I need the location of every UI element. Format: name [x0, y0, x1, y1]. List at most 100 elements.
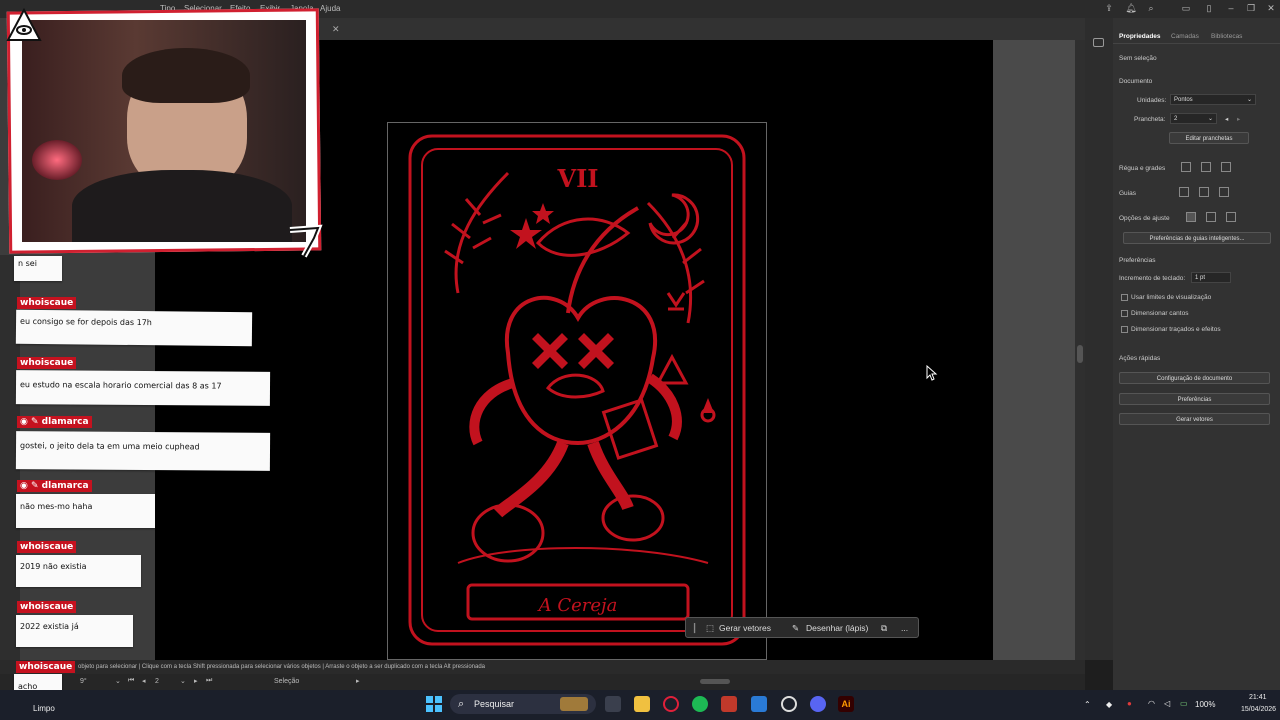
comments-icon[interactable]	[1093, 38, 1104, 47]
document-header: Documento	[1119, 78, 1153, 85]
tab-bibliotecas[interactable]: Bibliotecas	[1211, 33, 1242, 40]
zoom-dropdown-icon[interactable]: ⌄	[115, 677, 121, 685]
snap-point-icon[interactable]	[1186, 212, 1196, 222]
chat-text: eu consigo se for depois das 17h	[20, 316, 152, 328]
chat-text: eu estudo na escala horario comercial da…	[19, 380, 222, 391]
windows-start-icon[interactable]	[425, 695, 443, 713]
checkbox-scale-corners[interactable]	[1121, 310, 1128, 317]
document-setup-button[interactable]: Configuração de documento	[1119, 372, 1270, 384]
grid-icon[interactable]	[1201, 162, 1211, 172]
generate-vectors-button[interactable]: Gerar vetores	[719, 623, 771, 633]
document-tab-strip	[318, 18, 1088, 40]
snap-glyph-icon[interactable]	[1226, 212, 1236, 222]
webcam-overlay	[6, 7, 323, 258]
previous-artboard-icon[interactable]: ◂	[1225, 115, 1228, 123]
battery-percent[interactable]: 100%	[1195, 700, 1215, 709]
close-icon[interactable]: ✕	[1264, 3, 1278, 15]
tab-close-icon[interactable]: ✕	[332, 24, 340, 35]
last-artboard-icon[interactable]: ⏭	[206, 677, 212, 685]
volume-icon[interactable]: ◁	[1164, 699, 1170, 708]
eye-triangle-icon	[6, 7, 42, 41]
more-options-button[interactable]: ...	[901, 623, 908, 633]
pencil-icon[interactable]: ✎	[792, 623, 799, 634]
preferences-button[interactable]: Preferências	[1119, 393, 1270, 405]
horizontal-scrollbar-thumb[interactable]	[700, 679, 730, 684]
battery-icon[interactable]: ▭	[1180, 699, 1188, 708]
zoom-select[interactable]: 9°	[80, 678, 87, 685]
edit-artboards-button[interactable]: Editar pranchetas	[1169, 132, 1249, 144]
microphone-icon[interactable]: ●	[1127, 699, 1132, 708]
minimize-icon[interactable]: –	[1224, 3, 1238, 15]
artboard-label: Prancheta:	[1134, 116, 1166, 123]
draw-pencil-button[interactable]: Desenhar (lápis)	[806, 623, 868, 633]
notification-icon[interactable]: 🔔︎	[1124, 3, 1138, 15]
search-icon[interactable]: ⌕	[1144, 3, 1158, 15]
artboard-select[interactable]: 2 ⌄	[1170, 113, 1217, 124]
wifi-icon[interactable]: ◠	[1148, 699, 1155, 708]
generate-vectors-icon[interactable]: ⬚	[706, 623, 714, 634]
drag-handle-icon[interactable]: ┃	[692, 623, 697, 634]
chat-message-5: 2019 não existia	[16, 555, 141, 587]
tab-camadas[interactable]: Camadas	[1171, 33, 1199, 40]
tab-propriedades[interactable]: Propriedades	[1119, 33, 1161, 40]
guides-label: Guias	[1119, 190, 1136, 197]
chat-username: ◉ ✎ dlamarca	[17, 416, 92, 428]
tray-app-icon[interactable]: ◆	[1106, 700, 1112, 709]
image-trace-icon[interactable]: ⧉	[881, 623, 887, 634]
restore-icon[interactable]: ❐	[1244, 3, 1258, 15]
generate-vectors-panel-button[interactable]: Gerar vetores	[1119, 413, 1270, 425]
image-app-icon[interactable]	[751, 696, 767, 712]
arrange-icon[interactable]: ▯	[1202, 3, 1216, 15]
smart-guides-preferences-button[interactable]: Preferências de guias inteligentes...	[1123, 232, 1271, 244]
artboard-nav-dropdown-icon[interactable]: ⌄	[180, 677, 186, 685]
units-select[interactable]: Pontos ⌄	[1170, 94, 1256, 105]
artboard-nav-field[interactable]: 2	[155, 678, 159, 685]
checkbox-preview-bounds-label: Usar limites de visualização	[1131, 294, 1212, 301]
transparency-grid-icon[interactable]	[1221, 162, 1231, 172]
discord-icon[interactable]	[810, 696, 826, 712]
file-explorer-icon[interactable]	[634, 696, 650, 712]
first-artboard-icon[interactable]: ⏮	[128, 677, 134, 685]
chat-badges: ◉ ✎	[20, 481, 39, 491]
task-view-icon[interactable]	[605, 696, 621, 712]
menu-ajuda[interactable]: Ajuda	[320, 4, 340, 13]
checkbox-scale-strokes-label: Dimensionar traçados e efeitos	[1131, 326, 1221, 333]
prev-artboard-icon[interactable]: ◂	[142, 677, 146, 685]
chat-text: 2019 não existia	[20, 562, 87, 571]
next-artboard-nav-icon[interactable]: ▸	[194, 677, 198, 685]
search-highlight-icon	[560, 697, 588, 711]
clock-date[interactable]: 15/04/2026	[1241, 706, 1276, 713]
app-grid-icon[interactable]	[721, 696, 737, 712]
clock-time[interactable]: 21:41	[1249, 694, 1267, 701]
tray-overflow-icon[interactable]: ⌃	[1084, 700, 1091, 709]
show-guides-icon[interactable]	[1179, 187, 1189, 197]
chat-username: whoiscaue	[17, 541, 77, 553]
status-hint: objeto para selecionar | Clique com a te…	[78, 664, 486, 670]
snap-pixel-icon[interactable]	[1206, 212, 1216, 222]
chat-username: whoiscaue	[17, 357, 77, 369]
clear-guides-icon[interactable]	[1219, 187, 1229, 197]
taskbar-search[interactable]: ⌕ Pesquisar	[450, 694, 596, 714]
chat-message-4: não mes-mo haha	[16, 494, 155, 528]
chat-text: não mes-mo haha	[20, 502, 93, 511]
next-artboard-icon[interactable]: ▸	[1237, 115, 1240, 123]
opera-gx-icon[interactable]	[663, 696, 679, 712]
chat-message-3: gostei, o jeito dela ta em uma meio cuph…	[15, 431, 271, 471]
checkbox-preview-bounds[interactable]	[1121, 294, 1128, 301]
card-title: A Cereja	[537, 595, 618, 616]
lock-guides-icon[interactable]	[1199, 187, 1209, 197]
scrollbar-thumb[interactable]	[1077, 345, 1083, 363]
chat-username: whoiscaue	[17, 601, 77, 613]
snap-options-label: Opções de ajuste	[1119, 215, 1170, 222]
artboard[interactable]: VII A Cereja	[387, 122, 767, 660]
status-menu-icon[interactable]: ▸	[356, 677, 360, 685]
obs-icon[interactable]	[781, 696, 797, 712]
share-icon[interactable]: ⇪	[1102, 3, 1116, 15]
spotify-icon[interactable]	[692, 696, 708, 712]
checkbox-scale-strokes[interactable]	[1121, 326, 1128, 333]
keyboard-increment-input[interactable]: 1 pt	[1191, 272, 1231, 283]
workspace-icon[interactable]: ▭	[1179, 3, 1193, 15]
weather-label[interactable]: Limpo	[33, 704, 55, 713]
rulers-icon[interactable]	[1181, 162, 1191, 172]
illustrator-icon[interactable]: Ai	[838, 696, 854, 712]
